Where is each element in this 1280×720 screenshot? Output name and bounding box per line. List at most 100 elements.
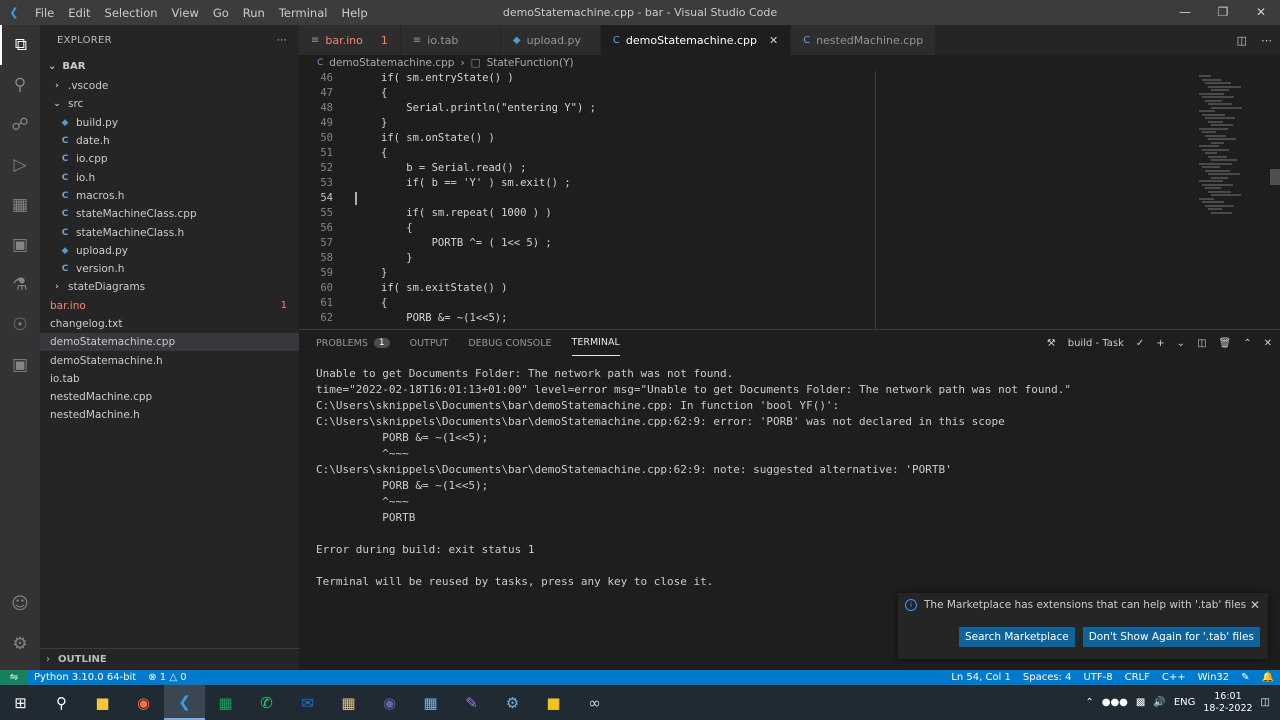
clock[interactable]: 16:01 18-2-2022 [1203,691,1252,715]
minimize-icon[interactable]: — [1166,0,1204,25]
file-explorer-icon[interactable]: ■ [82,685,123,720]
menu-item-view[interactable]: View [165,6,206,20]
action-center-icon[interactable]: ◫ [1261,697,1270,708]
app-icon[interactable]: ▦ [328,685,369,720]
notifications-bell-icon[interactable]: 🔔 [1256,672,1280,683]
tab-demostatemachine-cpp[interactable]: CdemoStatemachine.cpp ✕ [600,25,792,55]
chevron-down-icon[interactable]: ⌄ [1177,338,1185,349]
notes-icon[interactable]: ■ [533,685,574,720]
python-interpreter[interactable]: Python 3.10.0 64-bit [28,672,142,683]
run-debug-icon[interactable]: ▷ [0,145,40,185]
search-marketplace-button[interactable]: Search Marketplace [958,627,1075,647]
minimap[interactable] [1189,71,1269,221]
code-editor[interactable]: 46 if( sm.entryState() ) 47 {48 Serial.prin… [299,71,1280,329]
folder-header[interactable]: ⌄ BAR [40,55,299,77]
list-item[interactable]: › .vscode [40,77,299,95]
terminal-output[interactable]: Unable to get Documents Folder: The netw… [316,366,1071,590]
list-item[interactable]: Cversion.h [40,260,299,278]
list-item[interactable]: Cio.h [40,168,299,186]
volume-icon[interactable]: 🔊 [1153,697,1165,708]
paint-icon[interactable]: ✎ [451,685,492,720]
split-editor-icon[interactable]: ◫ [1237,34,1247,47]
language-mode[interactable]: C++ [1156,672,1192,683]
settings-icon[interactable]: ⚙ [492,685,533,720]
list-item[interactable]: io.tab [40,370,299,388]
close-tab-icon[interactable]: ✕ [769,34,778,47]
whatsapp-icon[interactable]: ✆ [246,685,287,720]
teams-icon[interactable]: ◉ [369,685,410,720]
tray-apps-icon[interactable]: ●●● [1102,697,1128,708]
list-item[interactable]: demoStatemachine.h [40,351,299,369]
tab-terminal[interactable]: TERMINAL [571,330,620,356]
list-item[interactable]: ◆ build.py [40,114,299,132]
excel-icon[interactable]: ▦ [205,685,246,720]
tab-bar-ino[interactable]: ≡ bar.ino 1 [299,25,401,55]
tab-debug-console[interactable]: DEBUG CONSOLE [468,330,551,356]
line-ending[interactable]: CRLF [1119,672,1156,683]
breadcrumb-symbol[interactable]: StateFunction(Y) [487,57,574,69]
menu-item-help[interactable]: Help [334,6,374,20]
search-icon[interactable]: ⚲ [41,685,82,720]
menu-item-terminal[interactable]: Terminal [272,6,335,20]
list-item[interactable]: ◆ upload.py [40,242,299,260]
tab-output[interactable]: OUTPUT [410,330,449,356]
trash-icon[interactable]: 🗑 [1219,338,1232,349]
maximize-panel-icon[interactable]: ⌃ [1243,338,1251,349]
network-icon[interactable]: ▩ [1136,697,1145,708]
split-terminal-icon[interactable]: ◫ [1197,338,1206,349]
problems-status[interactable]: ⊗ 1 △ 0 [142,672,192,683]
tab-upload-py[interactable]: ◆ upload.py [500,25,601,55]
extensions-icon[interactable]: ▦ [0,185,40,225]
list-item[interactable]: Cmacros.h [40,187,299,205]
explorer-icon[interactable]: ⧉ [0,25,40,65]
list-item[interactable]: nestedMachine.cpp [40,388,299,406]
tab-problems[interactable]: PROBLEMS 1 [316,330,390,356]
menu-item-selection[interactable]: Selection [98,6,165,20]
arduino-icon[interactable]: ∞ [574,685,615,720]
vscode-taskbar-icon[interactable]: ❮ [164,685,205,720]
cursor-position[interactable]: Ln 54, Col 1 [945,672,1017,683]
feedback-icon[interactable]: ✎ [1235,672,1255,683]
language-indicator[interactable]: ENG [1174,697,1196,708]
platformio-icon[interactable]: ☉ [0,305,40,345]
encoding[interactable]: UTF-8 [1077,672,1118,683]
restore-icon[interactable]: ❐ [1204,0,1242,25]
scrollbar-thumb[interactable] [1270,169,1280,185]
remote-icon[interactable]: ⇋ [0,670,28,685]
outlook-icon[interactable]: ✉ [287,685,328,720]
tray-chevron-up-icon[interactable]: ⌃ [1085,697,1093,708]
menu-item-run[interactable]: Run [236,6,272,20]
list-item[interactable]: nestedMachine.h [40,406,299,424]
terminal-select[interactable]: build - Task [1068,338,1124,349]
list-item[interactable]: › stateDiagrams [40,278,299,296]
close-panel-icon[interactable]: ✕ [1264,338,1272,349]
list-item[interactable]: Cdate.h [40,132,299,150]
indentation[interactable]: Spaces: 4 [1017,672,1078,683]
manage-gear-icon[interactable]: ⚙ [0,624,40,664]
list-item[interactable]: ⌄ src [40,95,299,113]
platform[interactable]: Win32 [1192,672,1236,683]
testing-icon[interactable]: ⚗ [0,265,40,305]
list-item[interactable]: Cio.cpp [40,150,299,168]
list-item[interactable]: changelog.txt [40,315,299,333]
source-control-icon[interactable]: ☍ [0,105,40,145]
more-actions-icon[interactable]: ⋯ [1261,34,1272,47]
serial-monitor-icon[interactable]: ▣ [0,345,40,385]
tab-io-tab[interactable]: ≡ io.tab [400,25,501,55]
firefox-icon[interactable]: ◉ [123,685,164,720]
calculator-icon[interactable]: ▦ [410,685,451,720]
list-item[interactable]: bar.ino 1 [40,297,299,315]
close-window-icon[interactable]: ✕ [1242,0,1280,25]
editor-scrollbar[interactable] [1270,71,1280,329]
accounts-icon[interactable]: ☺ [0,584,40,624]
outline-section[interactable]: › OUTLINE [40,648,299,670]
list-item[interactable]: demoStatemachine.cpp [40,333,299,352]
menu-item-go[interactable]: Go [206,6,236,20]
close-notification-icon[interactable]: ✕ [1250,598,1260,612]
menu-item-file[interactable]: File [28,6,61,20]
list-item[interactable]: CstateMachineClass.cpp [40,205,299,223]
remote-explorer-icon[interactable]: ▣ [0,225,40,265]
breadcrumb-file[interactable]: demoStatemachine.cpp [329,57,454,69]
search-icon[interactable]: ⚲ [0,65,40,105]
more-actions-icon[interactable]: ⋯ [277,35,287,46]
